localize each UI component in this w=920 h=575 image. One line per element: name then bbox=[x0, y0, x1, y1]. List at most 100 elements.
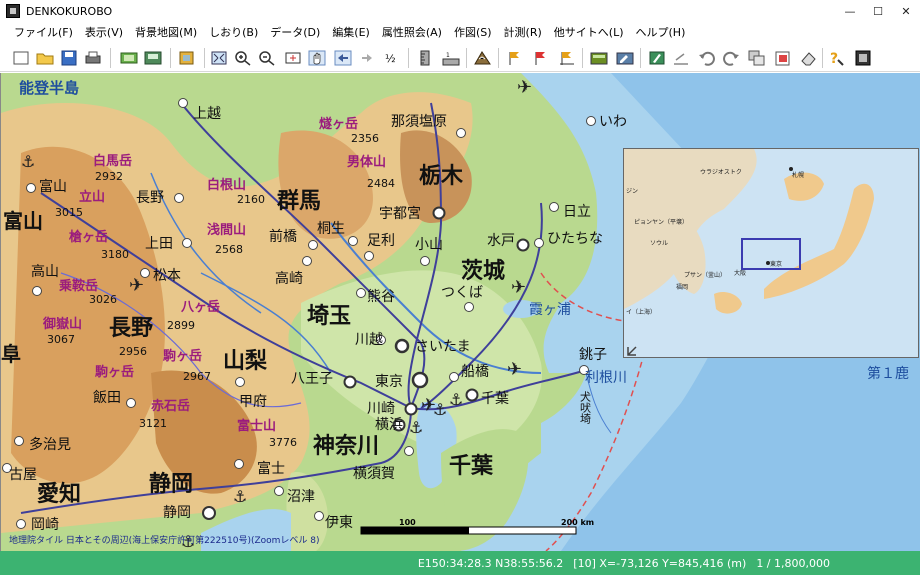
city-maebashi: 前橋 bbox=[269, 228, 297, 245]
menu-file[interactable]: ファイル(F) bbox=[8, 24, 79, 40]
map-export-icon[interactable] bbox=[118, 48, 140, 68]
layer-terrain-icon[interactable] bbox=[472, 48, 494, 68]
map-screen-icon[interactable] bbox=[142, 48, 164, 68]
menu-attribute-query[interactable]: 属性照会(A) bbox=[376, 24, 448, 40]
mountain-shirane: 白根山 bbox=[207, 177, 246, 193]
zoom-in-icon[interactable] bbox=[232, 48, 254, 68]
scale-fraction-icon[interactable]: ½ bbox=[382, 48, 404, 68]
menu-bar: ファイル(F) 表示(V) 背景地図(M) しおり(B) データ(D) 編集(E… bbox=[0, 22, 920, 42]
app-icon bbox=[6, 4, 20, 18]
label-shizuoka: 静岡 bbox=[149, 471, 193, 497]
toolbar-separator bbox=[110, 48, 111, 68]
window-controls: — ☐ ✕ bbox=[836, 0, 920, 22]
overview-chongjin: ジン bbox=[626, 188, 638, 195]
mountain-asama: 浅間山 bbox=[207, 222, 246, 238]
pan-hand-icon[interactable] bbox=[306, 48, 328, 68]
bookmark-map-icon[interactable] bbox=[176, 48, 198, 68]
menu-data[interactable]: データ(D) bbox=[264, 24, 326, 40]
draw-tool-icon[interactable] bbox=[646, 48, 668, 68]
city-hitachinaka: ひたちな bbox=[547, 231, 603, 247]
status-geo-coordinates: E150:34:28.3 N38:55:56.2 bbox=[417, 556, 564, 570]
city-kawagoe: 川越 bbox=[355, 332, 383, 348]
help-query-icon[interactable]: ? bbox=[826, 48, 848, 68]
map-view[interactable]: 能登半島 富山 群馬 栃木 茨城 埼玉 長野 山梨 神奈川 千葉 静岡 愛知 阜… bbox=[0, 73, 920, 551]
label-kashima-seamount: 第１鹿 bbox=[867, 365, 909, 382]
elev-akaishi: 3121 bbox=[139, 417, 167, 430]
fit-extent-icon[interactable] bbox=[208, 48, 230, 68]
city-joetsu: 上越 bbox=[193, 106, 221, 122]
city-marker bbox=[586, 116, 596, 126]
anchor-icon: ⚓ bbox=[21, 152, 35, 171]
menu-view[interactable]: 表示(V) bbox=[79, 24, 129, 40]
city-marker bbox=[178, 98, 188, 108]
minimize-button[interactable]: — bbox=[836, 0, 864, 22]
redo-icon[interactable] bbox=[720, 48, 742, 68]
open-folder-icon[interactable] bbox=[34, 48, 56, 68]
draw-line-icon[interactable] bbox=[670, 48, 692, 68]
flag-icon[interactable] bbox=[504, 48, 526, 68]
toolbar-separator bbox=[204, 48, 205, 68]
scale-bar-fill bbox=[361, 527, 469, 534]
zoom-out-icon[interactable] bbox=[256, 48, 278, 68]
svg-text:1: 1 bbox=[446, 52, 450, 59]
horizontal-ruler-icon[interactable]: 1 bbox=[440, 48, 462, 68]
toolbar-separator bbox=[582, 48, 583, 68]
label-nagano: 長野 bbox=[109, 316, 153, 341]
city-marker bbox=[235, 377, 245, 387]
mountain-ontake: 御嶽山 bbox=[42, 316, 82, 332]
layer-list-icon[interactable] bbox=[588, 48, 610, 68]
city-marker bbox=[456, 128, 466, 138]
city-numazu: 沼津 bbox=[287, 489, 315, 505]
toolbar-separator bbox=[498, 48, 499, 68]
save-icon[interactable] bbox=[58, 48, 80, 68]
vertical-ruler-icon[interactable] bbox=[414, 48, 436, 68]
city-marker-major bbox=[404, 402, 418, 416]
status-plane-coordinates: [10] X=-73,126 Y=845,416 (m) bbox=[573, 556, 747, 570]
new-file-icon[interactable] bbox=[10, 48, 32, 68]
elev-yarigatake: 3180 bbox=[101, 248, 129, 261]
overview-seoul: ソウル bbox=[650, 239, 668, 247]
elev-kisokoma: 2956 bbox=[119, 345, 147, 358]
back-arrow-icon[interactable] bbox=[332, 48, 354, 68]
layer-edit-icon[interactable] bbox=[614, 48, 636, 68]
anchor-icon: ⚓ bbox=[433, 400, 447, 419]
menu-other-sites[interactable]: 他サイトへ(L) bbox=[548, 24, 630, 40]
city-marker-major bbox=[432, 206, 446, 220]
menu-bookmarks[interactable]: しおり(B) bbox=[203, 24, 264, 40]
menu-draw[interactable]: 作図(S) bbox=[448, 24, 498, 40]
city-utsunomiya: 宇都宮 bbox=[379, 206, 421, 222]
city-yokohama: 横浜 bbox=[375, 417, 403, 433]
copy-layer-icon[interactable] bbox=[746, 48, 768, 68]
mountain-fujisan: 富士山 bbox=[237, 418, 276, 434]
city-marker bbox=[302, 256, 312, 266]
zoom-box-icon[interactable] bbox=[282, 48, 304, 68]
airport-icon: ✈ bbox=[129, 275, 144, 296]
maximize-button[interactable]: ☐ bbox=[864, 0, 892, 22]
city-mito: 水戸 bbox=[487, 233, 515, 249]
elev-hiuchi: 2356 bbox=[351, 132, 379, 145]
city-shizuoka: 静岡 bbox=[163, 505, 191, 521]
eraser-icon[interactable] bbox=[798, 48, 820, 68]
label-yamanashi: 山梨 bbox=[223, 349, 267, 374]
city-okazaki: 岡崎 bbox=[31, 517, 59, 533]
label-chiba: 千葉 bbox=[449, 454, 494, 479]
mountain-yatsugatake: 八ヶ岳 bbox=[180, 300, 220, 315]
overview-map[interactable]: ウラジオストク 札幌 ジン ピョンヤン（平壌） ソウル プサン（釜山） 福岡 大… bbox=[623, 148, 919, 358]
menu-measure[interactable]: 計測(R) bbox=[498, 24, 548, 40]
menu-help[interactable]: ヘルプ(H) bbox=[630, 24, 692, 40]
flag-red-icon[interactable] bbox=[530, 48, 552, 68]
menu-edit[interactable]: 編集(E) bbox=[326, 24, 376, 40]
city-funabashi: 船橋 bbox=[461, 364, 489, 380]
forward-arrow-icon[interactable] bbox=[356, 48, 378, 68]
menu-background-map[interactable]: 背景地図(M) bbox=[129, 24, 203, 40]
app-info-icon[interactable] bbox=[852, 48, 874, 68]
overview-pyongyang: ピョンヤン（平壌） bbox=[634, 218, 688, 226]
close-button[interactable]: ✕ bbox=[892, 0, 920, 22]
undo-icon[interactable] bbox=[696, 48, 718, 68]
print-icon[interactable] bbox=[82, 48, 104, 68]
overview-shanghai: イ（上海） bbox=[626, 308, 656, 316]
scale-label-end: 200 km bbox=[561, 518, 594, 527]
flag-multi-icon[interactable] bbox=[556, 48, 578, 68]
paste-layer-icon[interactable] bbox=[772, 48, 794, 68]
label-kasumigaura: 霞ヶ浦 bbox=[529, 302, 571, 318]
